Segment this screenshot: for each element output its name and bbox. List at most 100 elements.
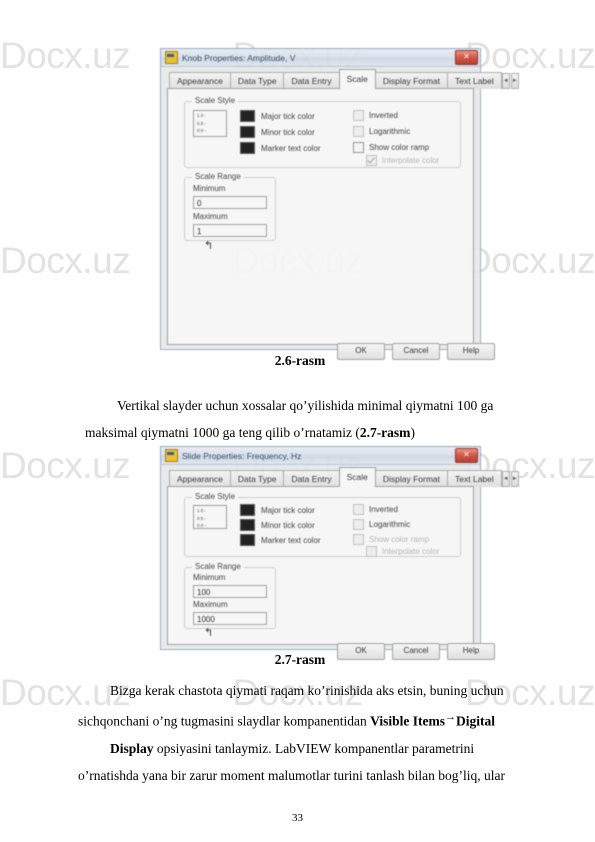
- tab-display-format[interactable]: Display Format: [374, 72, 449, 89]
- major-tick-color-row[interactable]: Major tick color: [240, 504, 315, 516]
- tab-scroll-left-icon[interactable]: ◄: [501, 471, 510, 487]
- knob-properties-dialog[interactable]: Knob Properties: Amplitude, V ✕ Appearan…: [160, 48, 519, 360]
- interpolate-color-checkbox-row[interactable]: Interpolate color: [366, 155, 439, 166]
- tab-text-label[interactable]: Text Label: [447, 470, 502, 487]
- paragraph-2-line1: Bizga kerak chastota qiymati raqam ko’ri…: [110, 683, 504, 698]
- marker-text-color-swatch[interactable]: [240, 534, 255, 546]
- minimum-input[interactable]: [193, 196, 267, 209]
- maximum-label: Maximum: [193, 212, 228, 221]
- cancel-button[interactable]: Cancel: [392, 643, 440, 660]
- paragraph-2: Bizga kerak chastota qiymati raqam ko’ri…: [78, 677, 518, 704]
- tab-scale[interactable]: Scale: [338, 69, 376, 89]
- minor-tick-color-swatch[interactable]: [240, 519, 255, 531]
- tab-display-format[interactable]: Display Format: [374, 470, 449, 487]
- show-color-ramp-label: Show color ramp: [369, 143, 430, 152]
- paragraph-3-cont: o’rnatishda yana bir zarur moment malumo…: [78, 762, 518, 789]
- scale-range-group: Scale Range Minimum Maximum: [184, 562, 276, 629]
- tab-appearance[interactable]: Appearance: [169, 72, 231, 89]
- dialog-titlebar[interactable]: Slide Properties: Frequency, Hz ✕: [161, 447, 480, 465]
- marker-text-color-row[interactable]: Marker text color: [240, 534, 321, 546]
- major-tick-color-swatch[interactable]: [240, 504, 255, 516]
- labview-app-icon: [165, 449, 178, 462]
- inverted-checkbox-row[interactable]: Inverted: [353, 110, 398, 121]
- paragraph-2-line2: sichqonchani o’ng tugmasini slaydlar kom…: [78, 713, 371, 729]
- major-tick-color-row[interactable]: Major tick color: [240, 110, 315, 122]
- inverted-checkbox-row[interactable]: Inverted: [353, 504, 398, 515]
- scale-style-legend: Scale Style: [192, 492, 239, 501]
- marker-text-color-swatch[interactable]: [240, 142, 255, 154]
- menu-ref-digital: Digital: [455, 713, 495, 729]
- tab-data-entry[interactable]: Data Entry: [283, 470, 340, 487]
- watermark-text: Docx.uz: [0, 445, 131, 486]
- tab-strip[interactable]: Appearance Data Type Data Entry Scale Di…: [169, 467, 519, 487]
- close-icon[interactable]: ✕: [455, 448, 478, 463]
- preview-tick-2: 0.5 -: [197, 120, 207, 126]
- marker-text-color-row[interactable]: Marker text color: [240, 142, 321, 154]
- dialog-body: Appearance Data Type Data Entry Scale Di…: [161, 465, 519, 660]
- interpolate-color-label: Interpolate color: [382, 547, 440, 556]
- ok-button[interactable]: OK: [337, 343, 385, 360]
- interpolate-color-checkbox[interactable]: [366, 546, 377, 557]
- labview-app-icon: [165, 51, 178, 64]
- help-button[interactable]: Help: [447, 343, 495, 360]
- mouse-cursor-icon: ↰: [204, 240, 214, 252]
- tab-scale[interactable]: Scale: [338, 467, 376, 487]
- minor-tick-color-label: Minor tick color: [261, 127, 315, 137]
- figure-ref-2-7: 2.7-rasm: [359, 425, 411, 440]
- minor-tick-color-row[interactable]: Minor tick color: [240, 126, 315, 138]
- show-color-ramp-checkbox-row[interactable]: Show color ramp: [353, 142, 429, 153]
- minor-tick-color-label: Minor tick color: [261, 520, 315, 530]
- slide-properties-dialog[interactable]: Slide Properties: Frequency, Hz ✕ Appear…: [160, 446, 519, 660]
- watermark-text: Docx.uz: [464, 240, 595, 281]
- major-tick-color-label: Major tick color: [261, 111, 315, 121]
- preview-tick-3: 0.0 -: [197, 523, 207, 528]
- paragraph-1-line1: Vertikal slayder uchun xossalar qo’yilis…: [117, 398, 494, 413]
- scale-style-preview[interactable]: 1.0 - 0.5 - 0.0 -: [193, 505, 227, 529]
- inverted-checkbox[interactable]: [353, 110, 364, 121]
- show-color-ramp-checkbox[interactable]: [353, 534, 364, 545]
- maximum-input[interactable]: [193, 224, 267, 237]
- tab-data-type[interactable]: Data Type: [229, 470, 285, 487]
- minimum-input[interactable]: [193, 585, 267, 598]
- major-tick-color-swatch[interactable]: [240, 110, 255, 122]
- logarithmic-checkbox-row[interactable]: Logarithmic: [353, 126, 410, 137]
- close-icon[interactable]: ✕: [455, 50, 478, 65]
- marker-text-color-label: Marker text color: [261, 143, 321, 153]
- logarithmic-checkbox[interactable]: [353, 519, 364, 530]
- show-color-ramp-checkbox[interactable]: [353, 142, 364, 153]
- logarithmic-checkbox-row[interactable]: Logarithmic: [353, 519, 410, 530]
- tab-scroll-right-icon[interactable]: ►: [510, 471, 519, 487]
- major-tick-color-label: Major tick color: [261, 505, 315, 515]
- minimum-label: Minimum: [193, 184, 226, 193]
- maximum-input[interactable]: [193, 612, 267, 625]
- interpolate-color-checkbox[interactable]: [366, 155, 377, 166]
- paragraph-3-line1: opsiyasini tanlaymiz. LabVIEW kompanentl…: [153, 740, 475, 756]
- ok-button[interactable]: OK: [337, 643, 385, 660]
- tab-data-type[interactable]: Data Type: [229, 72, 285, 89]
- preview-tick-1: 1.0 -: [197, 113, 207, 118]
- tab-scroll-left-icon[interactable]: ◄: [501, 73, 510, 89]
- cancel-button[interactable]: Cancel: [392, 343, 440, 360]
- inverted-checkbox[interactable]: [353, 504, 364, 515]
- minor-tick-color-row[interactable]: Minor tick color: [240, 519, 315, 531]
- dialog-titlebar[interactable]: Knob Properties: Amplitude, V ✕: [161, 49, 480, 67]
- tab-appearance[interactable]: Appearance: [169, 470, 231, 487]
- minor-tick-color-swatch[interactable]: [240, 126, 255, 138]
- scale-style-preview[interactable]: 1.0 - 0.5 - 0.0 -: [193, 110, 227, 137]
- paragraph-1-cont: maksimal qiymatni 1000 ga teng qilib o’r…: [85, 419, 510, 446]
- tab-data-entry[interactable]: Data Entry: [283, 72, 340, 89]
- paragraph-2-cont: sichqonchani o’ng tugmasini slaydlar kom…: [78, 704, 518, 735]
- paragraph-1-close: ): [410, 425, 415, 440]
- watermark-text: Docx.uz: [464, 35, 595, 76]
- tab-page-scale: Scale Style 1.0 - 0.5 - 0.0 - Major tick…: [167, 88, 474, 345]
- tab-scroll-right-icon[interactable]: ►: [510, 73, 519, 89]
- tab-strip[interactable]: Appearance Data Type Data Entry Scale Di…: [169, 69, 519, 89]
- help-button[interactable]: Help: [447, 643, 495, 660]
- tab-text-label[interactable]: Text Label: [447, 72, 502, 89]
- interpolate-color-checkbox-row[interactable]: Interpolate color: [366, 546, 439, 557]
- scale-range-legend: Scale Range: [192, 172, 244, 181]
- marker-text-color-label: Marker text color: [261, 535, 321, 545]
- scale-range-legend: Scale Range: [192, 562, 244, 571]
- logarithmic-checkbox[interactable]: [353, 126, 364, 137]
- show-color-ramp-checkbox-row[interactable]: Show color ramp: [353, 534, 429, 545]
